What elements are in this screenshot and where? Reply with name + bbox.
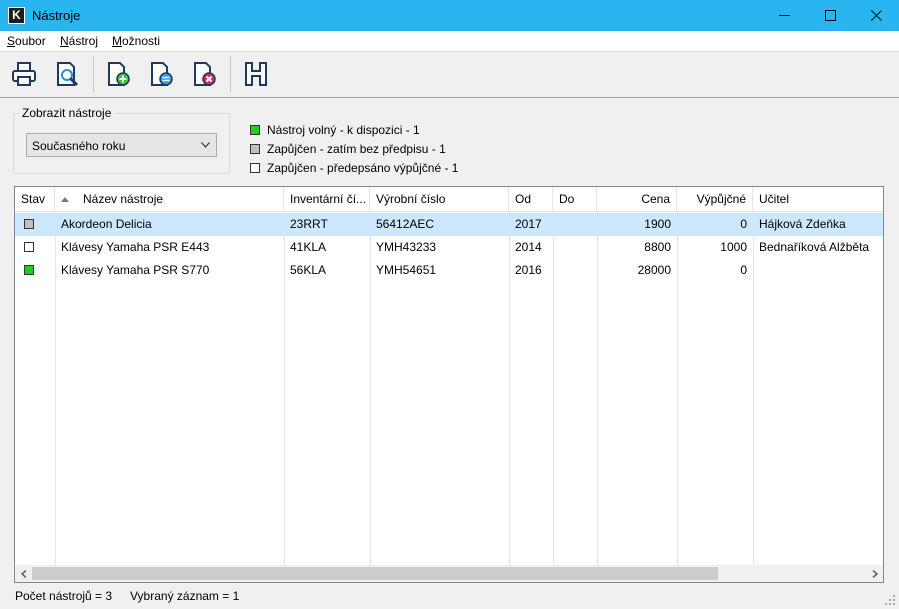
cell-to <box>553 236 597 259</box>
cell-rent: 0 <box>740 263 747 277</box>
col-header-stav[interactable]: Stav <box>15 187 55 212</box>
cell-from: 2014 <box>515 240 542 254</box>
cell-teacher: Hájková Zdeňka <box>759 217 846 231</box>
cell-from: 2016 <box>515 263 542 277</box>
horizontal-scrollbar[interactable] <box>15 565 883 582</box>
scroll-right-button[interactable] <box>866 565 883 582</box>
print-preview-button[interactable] <box>51 58 83 90</box>
col-header-vyrobni[interactable]: Výrobní číslo <box>370 187 509 212</box>
menu-soubor[interactable]: Soubor <box>7 34 46 48</box>
status-count: Počet nástrojů = 3 <box>15 589 113 603</box>
cell-price: 1900 <box>644 217 671 231</box>
edit-button[interactable] <box>145 58 177 90</box>
cell-price: 8800 <box>644 240 671 254</box>
edit-document-icon <box>151 62 173 86</box>
filter-group-label: Zobrazit nástroje <box>19 106 115 120</box>
status-selected: Vybraný záznam = 1 <box>130 589 240 603</box>
delete-button[interactable] <box>188 58 220 90</box>
minimize-icon <box>778 15 790 16</box>
close-icon <box>870 10 882 21</box>
col-header-vypujcne[interactable]: Výpůjčné <box>677 187 753 212</box>
cell-serial: YMH43233 <box>376 240 437 254</box>
cell-inventory: 56KLA <box>290 263 327 277</box>
cell-price: 28000 <box>637 263 671 277</box>
app-icon: K <box>8 7 25 24</box>
cell-name: Klávesy Yamaha PSR S770 <box>61 263 210 277</box>
print-preview-icon <box>57 62 79 87</box>
cell-serial: 56412AEC <box>376 217 435 231</box>
legend-text: Nástroj volný - k dispozici - 1 <box>267 123 420 137</box>
menu-nastroj[interactable]: Nástroj <box>60 34 98 48</box>
add-document-icon <box>108 62 130 86</box>
add-button[interactable] <box>102 58 134 90</box>
window-title: Nástroje <box>32 8 81 23</box>
table-row[interactable]: Akordeon Delicia 23RRT 56412AEC 2017 190… <box>15 213 883 236</box>
cell-from: 2017 <box>515 217 542 231</box>
status-indicator <box>24 265 34 275</box>
cell-to <box>553 259 597 282</box>
cell-rent: 1000 <box>720 240 747 254</box>
resize-grip-icon[interactable] <box>884 594 896 606</box>
status-bar: Počet nástrojů = 3 Vybraný záznam = 1 <box>0 585 899 609</box>
col-header-nazev[interactable]: Název nástroje <box>55 187 284 212</box>
table-header: Stav Název nástroje Inventární čí... Výr… <box>15 187 883 212</box>
cell-inventory: 41KLA <box>290 240 327 254</box>
menu-bar: Soubor Nástroj Možnosti <box>0 31 899 52</box>
cell-to <box>553 213 597 236</box>
legend-text: Zapůjčen - zatím bez předpisu - 1 <box>267 142 446 156</box>
scroll-left-button[interactable] <box>15 565 32 582</box>
table-row[interactable]: Klávesy Yamaha PSR S770 56KLA YMH54651 2… <box>15 259 883 282</box>
col-header-do[interactable]: Do <box>553 187 597 212</box>
cell-serial: YMH54651 <box>376 263 437 277</box>
toolbar <box>0 52 899 98</box>
title-bar: K Nástroje <box>0 0 899 31</box>
col-header-inventarni[interactable]: Inventární čí... <box>284 187 370 212</box>
history-button[interactable] <box>240 58 272 90</box>
maximize-button[interactable] <box>807 0 853 31</box>
chevron-down-icon <box>201 142 210 148</box>
table-row[interactable]: Klávesy Yamaha PSR E443 41KLA YMH43233 2… <box>15 236 883 259</box>
col-header-od[interactable]: Od <box>509 187 553 212</box>
legend-swatch-grey <box>250 144 260 154</box>
print-icon <box>12 62 36 86</box>
col-header-cena[interactable]: Cena <box>597 187 677 212</box>
close-button[interactable] <box>853 0 899 31</box>
status-indicator <box>24 242 34 252</box>
legend-swatch-green <box>250 125 260 135</box>
filter-select-value: Současného roku <box>32 139 126 153</box>
maximize-icon <box>824 10 836 21</box>
status-indicator <box>24 219 34 229</box>
cell-name: Akordeon Delicia <box>61 217 152 231</box>
filter-select[interactable]: Současného roku <box>26 133 217 157</box>
legend-text: Zapůjčen - předepsáno výpůjčné - 1 <box>267 161 459 175</box>
menu-moznosti[interactable]: Možnosti <box>112 34 160 48</box>
scroll-thumb[interactable] <box>32 567 718 580</box>
cell-name: Klávesy Yamaha PSR E443 <box>61 240 210 254</box>
print-button[interactable] <box>8 58 40 90</box>
toolbar-separator <box>93 56 94 92</box>
sort-ascending-icon <box>61 197 69 202</box>
chevron-right-icon <box>872 569 878 578</box>
cell-teacher: Bednaříková Alžběta <box>759 240 870 254</box>
cell-teacher <box>753 259 883 282</box>
chevron-left-icon <box>20 569 26 578</box>
toolbar-separator <box>230 56 231 92</box>
legend-swatch-white <box>250 163 260 173</box>
col-header-ucitel[interactable]: Učitel <box>753 187 883 212</box>
minimize-button[interactable] <box>761 0 807 31</box>
cell-inventory: 23RRT <box>290 217 328 231</box>
delete-document-icon <box>194 62 216 86</box>
history-icon <box>245 62 267 86</box>
cell-rent: 0 <box>740 217 747 231</box>
instruments-table[interactable]: Stav Název nástroje Inventární čí... Výr… <box>14 186 884 583</box>
